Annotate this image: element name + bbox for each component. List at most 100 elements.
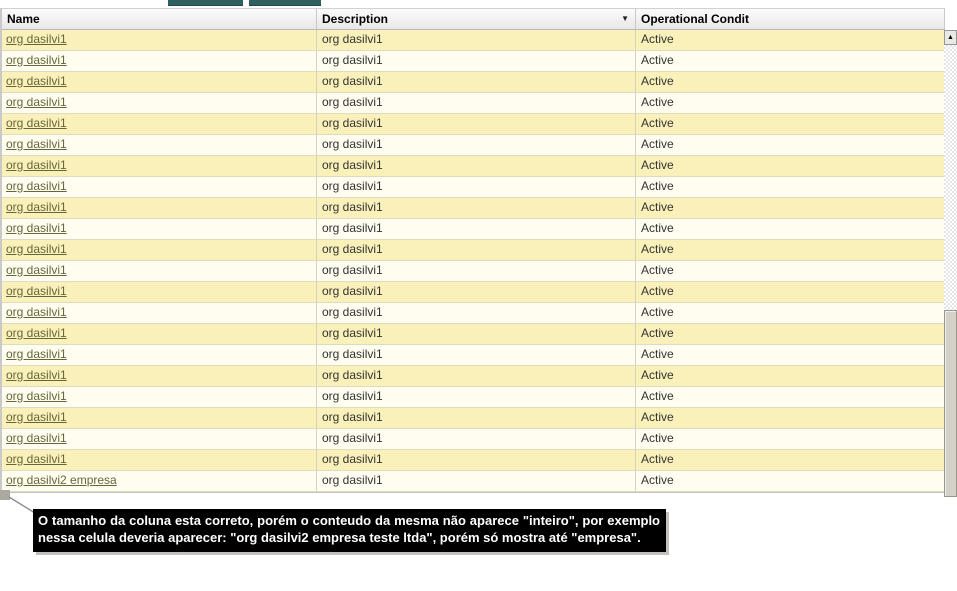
condition-cell: Active <box>636 387 945 407</box>
org-name-link[interactable]: org dasilvi1 <box>6 200 67 214</box>
column-header-operational-condition[interactable]: Operational Condit <box>636 9 945 29</box>
condition-cell: Active <box>636 324 945 344</box>
table-row: org dasilvi1 org dasilvi1 Active <box>2 51 945 72</box>
org-name-link[interactable]: org dasilvi1 <box>6 32 67 46</box>
name-cell: org dasilvi1 <box>2 261 317 281</box>
description-cell: org dasilvi1 <box>317 387 636 407</box>
description-cell: org dasilvi1 <box>317 408 636 428</box>
table-row: org dasilvi1 org dasilvi1 Active <box>2 72 945 93</box>
description-cell: org dasilvi1 <box>317 30 636 50</box>
condition-cell: Active <box>636 450 945 470</box>
org-name-link[interactable]: org dasilvi1 <box>6 221 67 235</box>
cutoff-button-left[interactable] <box>168 0 243 6</box>
name-cell: org dasilvi1 <box>2 387 317 407</box>
table-row: org dasilvi1 org dasilvi1 Active <box>2 345 945 366</box>
org-name-link[interactable]: org dasilvi1 <box>6 95 67 109</box>
sort-descending-icon[interactable]: ▼ <box>621 9 629 29</box>
scrollbar-track[interactable] <box>944 45 957 310</box>
condition-cell: Active <box>636 30 945 50</box>
org-name-link[interactable]: org dasilvi1 <box>6 368 67 382</box>
column-header-name[interactable]: Name <box>2 9 317 29</box>
org-name-link[interactable]: org dasilvi1 <box>6 305 67 319</box>
app-screen: Name Description ▼ Operational Condit or… <box>0 0 957 591</box>
scrollbar-thumb[interactable] <box>944 310 957 497</box>
name-cell: org dasilvi1 <box>2 366 317 386</box>
condition-cell: Active <box>636 240 945 260</box>
vertical-scrollbar: ▲ <box>944 30 957 497</box>
condition-cell: Active <box>636 303 945 323</box>
table-row: org dasilvi1 org dasilvi1 Active <box>2 282 945 303</box>
table-row: org dasilvi1 org dasilvi1 Active <box>2 303 945 324</box>
description-cell: org dasilvi1 <box>317 156 636 176</box>
condition-cell: Active <box>636 114 945 134</box>
description-cell: org dasilvi1 <box>317 240 636 260</box>
condition-cell: Active <box>636 219 945 239</box>
condition-cell: Active <box>636 345 945 365</box>
table-row: org dasilvi1 org dasilvi1 Active <box>2 366 945 387</box>
org-name-link[interactable]: org dasilvi1 <box>6 242 67 256</box>
description-cell: org dasilvi1 <box>317 219 636 239</box>
grid-header-row: Name Description ▼ Operational Condit <box>2 8 945 30</box>
condition-cell: Active <box>636 72 945 92</box>
org-name-link[interactable]: org dasilvi1 <box>6 410 67 424</box>
description-cell: org dasilvi1 <box>317 198 636 218</box>
description-cell: org dasilvi1 <box>317 282 636 302</box>
description-cell: org dasilvi1 <box>317 471 636 491</box>
table-row: org dasilvi1 org dasilvi1 Active <box>2 429 945 450</box>
column-header-name-label: Name <box>7 12 40 26</box>
condition-cell: Active <box>636 408 945 428</box>
table-row: org dasilvi1 org dasilvi1 Active <box>2 324 945 345</box>
cutoff-button-right[interactable] <box>249 0 321 6</box>
org-name-link[interactable]: org dasilvi1 <box>6 158 67 172</box>
column-header-description-label: Description <box>322 12 389 26</box>
org-name-link[interactable]: org dasilvi1 <box>6 284 67 298</box>
org-name-link[interactable]: org dasilvi1 <box>6 263 67 277</box>
table-row: org dasilvi2 empresa org dasilvi1 Active <box>2 471 945 492</box>
name-cell: org dasilvi1 <box>2 198 317 218</box>
description-cell: org dasilvi1 <box>317 72 636 92</box>
description-cell: org dasilvi1 <box>317 366 636 386</box>
description-cell: org dasilvi1 <box>317 93 636 113</box>
description-cell: org dasilvi1 <box>317 450 636 470</box>
name-cell: org dasilvi1 <box>2 114 317 134</box>
condition-cell: Active <box>636 156 945 176</box>
table-row: org dasilvi1 org dasilvi1 Active <box>2 261 945 282</box>
name-cell: org dasilvi1 <box>2 450 317 470</box>
table-row: org dasilvi1 org dasilvi1 Active <box>2 114 945 135</box>
org-name-link[interactable]: org dasilvi1 <box>6 179 67 193</box>
description-cell: org dasilvi1 <box>317 135 636 155</box>
table-row: org dasilvi1 org dasilvi1 Active <box>2 177 945 198</box>
org-name-link[interactable]: org dasilvi1 <box>6 53 67 67</box>
org-name-link[interactable]: org dasilvi1 <box>6 326 67 340</box>
org-name-link[interactable]: org dasilvi1 <box>6 74 67 88</box>
description-cell: org dasilvi1 <box>317 345 636 365</box>
name-cell: org dasilvi1 <box>2 177 317 197</box>
description-cell: org dasilvi1 <box>317 429 636 449</box>
description-cell: org dasilvi1 <box>317 114 636 134</box>
org-name-link[interactable]: org dasilvi1 <box>6 116 67 130</box>
org-name-link[interactable]: org dasilvi1 <box>6 347 67 361</box>
description-cell: org dasilvi1 <box>317 303 636 323</box>
name-cell: org dasilvi1 <box>2 240 317 260</box>
table-row: org dasilvi1 org dasilvi1 Active <box>2 387 945 408</box>
name-cell: org dasilvi1 <box>2 30 317 50</box>
condition-cell: Active <box>636 366 945 386</box>
name-cell: org dasilvi1 <box>2 408 317 428</box>
name-cell: org dasilvi1 <box>2 135 317 155</box>
name-cell: org dasilvi1 <box>2 93 317 113</box>
condition-cell: Active <box>636 471 945 491</box>
table-row: org dasilvi1 org dasilvi1 Active <box>2 198 945 219</box>
description-cell: org dasilvi1 <box>317 261 636 281</box>
description-cell: org dasilvi1 <box>317 51 636 71</box>
condition-cell: Active <box>636 135 945 155</box>
column-header-description[interactable]: Description ▼ <box>317 9 636 29</box>
org-name-link[interactable]: org dasilvi1 <box>6 389 67 403</box>
table-row: org dasilvi1 org dasilvi1 Active <box>2 240 945 261</box>
org-name-link[interactable]: org dasilvi1 <box>6 431 67 445</box>
scroll-up-button[interactable]: ▲ <box>944 30 957 45</box>
org-name-link[interactable]: org dasilvi1 <box>6 452 67 466</box>
description-cell: org dasilvi1 <box>317 177 636 197</box>
name-cell: org dasilvi1 <box>2 282 317 302</box>
org-name-link[interactable]: org dasilvi1 <box>6 137 67 151</box>
org-name-link[interactable]: org dasilvi2 empresa <box>6 473 117 487</box>
